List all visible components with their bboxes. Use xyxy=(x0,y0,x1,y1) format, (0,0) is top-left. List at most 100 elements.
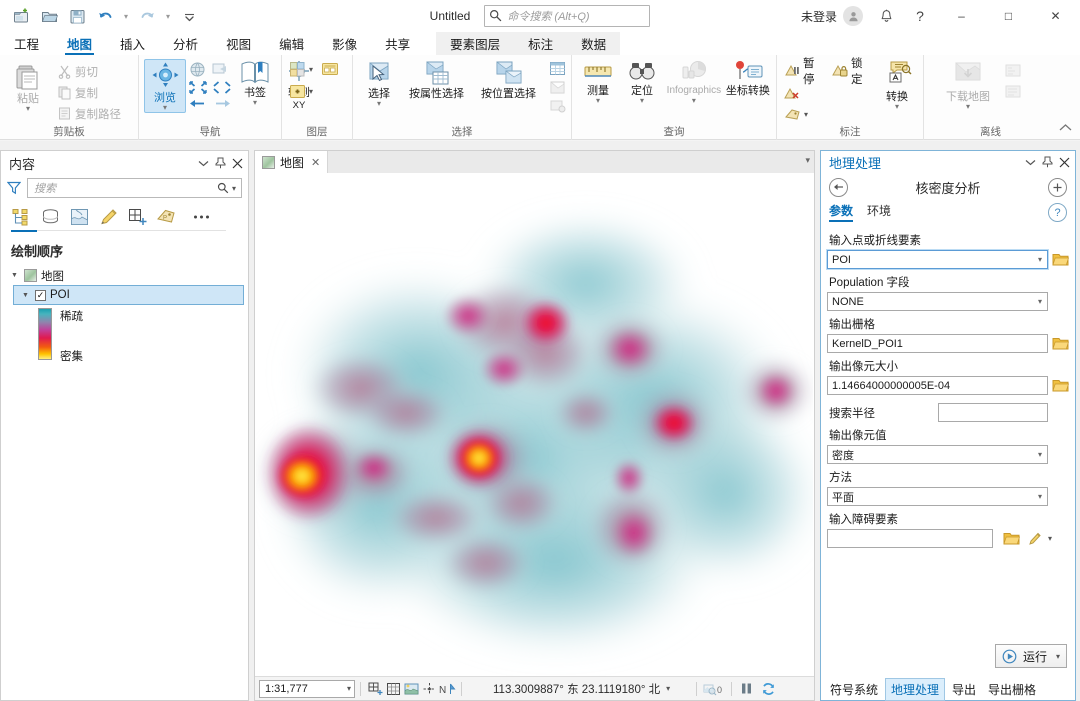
tree-item-poi[interactable]: ▼ ✓ POI xyxy=(13,285,244,305)
output-cell-values-combo[interactable]: 密度 ▾ xyxy=(827,445,1048,464)
list-by-data-source-icon[interactable] xyxy=(40,207,60,227)
lock-labeling-button[interactable]: 锁定 xyxy=(830,58,870,86)
convert-labels-dropdown-icon[interactable]: ▾ xyxy=(895,103,899,111)
selected-features-icon[interactable]: 0 xyxy=(702,680,726,698)
undo-dropdown-icon[interactable]: ▾ xyxy=(120,4,132,28)
list-by-editing-icon[interactable] xyxy=(98,207,118,227)
dock-tab-export-raster[interactable]: 导出栅格 xyxy=(983,679,1041,700)
copy-path-button[interactable]: 复制路径 xyxy=(55,103,123,124)
more-options-icon[interactable] xyxy=(191,207,211,227)
measure-dropdown-icon[interactable]: ▾ xyxy=(596,97,600,105)
bookmarks-dropdown-icon[interactable]: ▾ xyxy=(253,99,257,107)
customize-qat-icon[interactable] xyxy=(176,4,202,28)
refresh-icon[interactable] xyxy=(759,680,777,698)
minimize-button[interactable]: – xyxy=(939,0,984,32)
add-preset-dropdown-icon[interactable]: ▾ xyxy=(309,87,313,96)
ribbon-tab-analysis[interactable]: 分析 xyxy=(159,32,212,55)
maximize-button[interactable]: □ xyxy=(986,0,1031,32)
redo-icon[interactable] xyxy=(134,4,160,28)
more-labeling-button[interactable]: ▾ xyxy=(782,104,870,125)
ribbon-tab-edit[interactable]: 编辑 xyxy=(265,32,318,55)
list-by-snapping-icon[interactable] xyxy=(127,207,147,227)
full-extent-icon[interactable] xyxy=(188,60,207,79)
add-preset-icon[interactable] xyxy=(289,83,306,100)
select-by-location-button[interactable]: 按位置选择 xyxy=(473,59,544,101)
infographics-dropdown-icon[interactable]: ▾ xyxy=(692,97,696,105)
zoom-to-selection-icon[interactable] xyxy=(549,80,566,95)
grid-icon[interactable] xyxy=(384,680,402,698)
map-scale-selector[interactable]: 1:31,777 ▾ xyxy=(259,679,355,698)
input-barrier-browse-icon[interactable] xyxy=(1003,531,1020,546)
map-scale-dropdown-icon[interactable]: ▾ xyxy=(347,684,351,693)
geoprocessing-close-icon[interactable] xyxy=(1056,152,1073,172)
ribbon-tab-map[interactable]: 地图 xyxy=(53,32,106,55)
output-cell-values-dropdown-icon[interactable]: ▾ xyxy=(1035,450,1045,459)
save-project-icon[interactable] xyxy=(64,4,90,28)
run-dropdown-icon[interactable]: ▾ xyxy=(1056,652,1060,661)
tool-help-button[interactable]: ? xyxy=(1048,203,1067,222)
select-dropdown-icon[interactable]: ▾ xyxy=(377,100,381,108)
previous-extent-icon[interactable] xyxy=(210,60,229,79)
map-tab-close-icon[interactable]: ✕ xyxy=(311,156,320,169)
convert-labels-button[interactable]: 转换 ▾ xyxy=(876,59,918,111)
geoprocessing-pin-icon[interactable] xyxy=(1039,152,1056,172)
dock-tab-geoprocessing[interactable]: 地理处理 xyxy=(885,677,946,701)
filter-icon[interactable] xyxy=(7,181,21,195)
attribute-table-icon[interactable] xyxy=(549,61,566,76)
forward-extent-icon[interactable] xyxy=(213,97,232,110)
dock-tab-export[interactable]: 导出 xyxy=(947,679,981,700)
open-project-icon[interactable] xyxy=(36,4,62,28)
tree-item-map[interactable]: ▼ 地图 xyxy=(3,266,246,285)
basemap-icon[interactable] xyxy=(402,680,420,698)
more-labeling-dropdown-icon[interactable]: ▾ xyxy=(804,110,808,119)
cut-button[interactable]: 剪切 xyxy=(55,61,123,82)
output-raster-browse-icon[interactable] xyxy=(1052,336,1069,351)
ribbon-tab-view[interactable]: 视图 xyxy=(212,32,265,55)
tab-environments[interactable]: 环境 xyxy=(867,202,891,222)
input-barrier-dropdown-icon[interactable]: ▾ xyxy=(1048,534,1052,543)
output-raster-input[interactable]: KernelD_POI1 xyxy=(827,334,1048,353)
locate-button[interactable]: 定位 ▾ xyxy=(621,59,663,105)
geoprocessing-menu-icon[interactable] xyxy=(1022,152,1039,172)
add-tool-button[interactable] xyxy=(1048,177,1067,197)
back-extent-icon[interactable] xyxy=(188,97,207,110)
map-view-options-icon[interactable]: ▾ xyxy=(805,155,810,166)
clear-selection-icon[interactable] xyxy=(549,99,566,113)
undo-icon[interactable] xyxy=(92,4,118,28)
input-barrier-features-input[interactable] xyxy=(827,529,993,548)
explore-dropdown-icon[interactable]: ▾ xyxy=(163,104,167,112)
basemap-gallery-icon[interactable] xyxy=(321,61,339,78)
ribbon-tab-share[interactable]: 共享 xyxy=(371,32,424,55)
contents-menu-icon[interactable] xyxy=(195,153,212,173)
back-button[interactable] xyxy=(829,177,848,197)
ribbon-tab-imagery[interactable]: 影像 xyxy=(318,32,371,55)
copy-button[interactable]: 复制 xyxy=(55,82,123,103)
map-canvas[interactable] xyxy=(256,173,813,678)
run-button[interactable]: 运行 ▾ xyxy=(994,644,1067,668)
account-avatar-icon[interactable] xyxy=(843,6,863,26)
measure-button[interactable]: 测量 ▾ xyxy=(577,59,619,105)
input-features-browse-icon[interactable] xyxy=(1052,252,1069,267)
input-features-combo[interactable]: POI ▾ xyxy=(827,250,1048,269)
add-data-dropdown-icon[interactable]: ▾ xyxy=(309,65,313,74)
help-button[interactable]: ? xyxy=(903,0,937,32)
download-map-button[interactable]: 下载地图 ▾ xyxy=(937,59,999,111)
input-features-dropdown-icon[interactable]: ▾ xyxy=(1035,255,1045,264)
contents-close-icon[interactable] xyxy=(229,153,246,173)
dock-tab-symbology[interactable]: 符号系统 xyxy=(825,679,883,700)
list-by-selection-icon[interactable] xyxy=(69,207,89,227)
redo-dropdown-icon[interactable]: ▾ xyxy=(162,4,174,28)
new-project-icon[interactable] xyxy=(8,4,34,28)
coordinate-conversion-button[interactable]: 坐标转换 xyxy=(725,59,771,98)
explore-button[interactable]: 浏览 ▾ xyxy=(144,59,186,113)
north-arrow-icon[interactable]: N xyxy=(438,680,456,698)
locate-dropdown-icon[interactable]: ▾ xyxy=(640,97,644,105)
method-combo[interactable]: 平面 ▾ xyxy=(827,487,1048,506)
download-map-dropdown-icon[interactable]: ▾ xyxy=(966,103,970,111)
infographics-button[interactable]: Infographics ▾ xyxy=(665,59,723,105)
pause-labeling-button[interactable]: 暂停 xyxy=(782,58,822,86)
list-by-labeling-icon[interactable]: P xyxy=(156,207,176,227)
crosshair-icon[interactable] xyxy=(420,680,438,698)
contents-pin-icon[interactable] xyxy=(212,153,229,173)
command-search-box[interactable]: 命令搜索 (Alt+Q) xyxy=(484,5,651,27)
